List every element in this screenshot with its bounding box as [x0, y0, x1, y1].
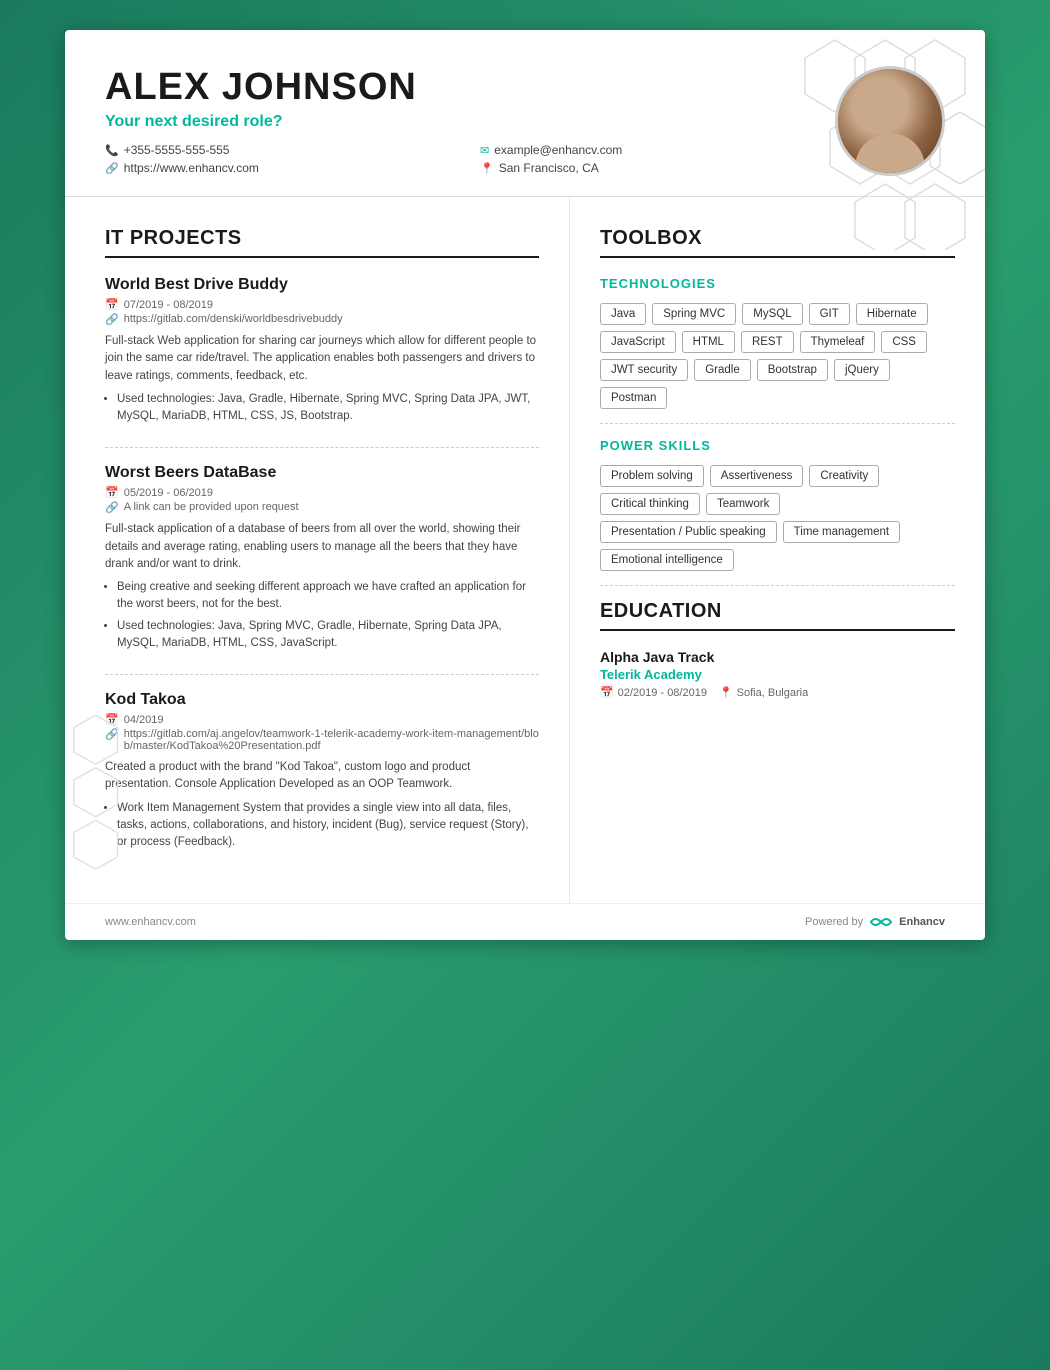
edu-calendar-icon: 📅	[600, 686, 614, 699]
link-icon: 🔗	[105, 162, 119, 175]
avatar	[835, 66, 945, 176]
project-2-bullet-1: Being creative and seeking different app…	[117, 579, 539, 614]
technology-tag: Bootstrap	[757, 359, 828, 381]
project-3-date: 📅 04/2019	[105, 713, 539, 726]
technology-tag: Spring MVC	[652, 303, 736, 325]
left-column: IT PROJECTS World Best Drive Buddy 📅 07/…	[65, 197, 570, 903]
project-3: Kod Takoa 📅 04/2019 🔗 https://gitlab.com…	[105, 691, 539, 851]
phone-item: 📞 +355-5555-555-555	[105, 143, 460, 157]
project-2-bullet-2: Used technologies: Java, Spring MVC, Gra…	[117, 618, 539, 653]
email-item: ✉ example@enhancv.com	[480, 143, 835, 157]
powered-by-text: Powered by	[805, 916, 863, 928]
main-content: IT PROJECTS World Best Drive Buddy 📅 07/…	[65, 197, 985, 903]
website-item: 🔗 https://www.enhancv.com	[105, 161, 460, 175]
technology-tag: Gradle	[694, 359, 751, 381]
header-left: ALEX JOHNSON Your next desired role? 📞 +…	[105, 66, 835, 175]
candidate-name: ALEX JOHNSON	[105, 66, 835, 109]
enhancv-logo-icon	[869, 914, 893, 930]
project-3-bullet-1: Work Item Management System that provide…	[117, 800, 539, 852]
tech-skills-divider	[600, 423, 955, 424]
avatar-image	[838, 69, 942, 173]
project-2-desc: Full-stack application of a database of …	[105, 521, 539, 573]
project-1-link: 🔗 https://gitlab.com/denski/worldbesdriv…	[105, 313, 539, 326]
education-title: EDUCATION	[600, 600, 955, 631]
project-1-desc: Full-stack Web application for sharing c…	[105, 333, 539, 385]
location-value: San Francisco, CA	[499, 161, 599, 175]
project-3-desc: Created a product with the brand "Kod Ta…	[105, 759, 539, 794]
technology-tag: Thymeleaf	[800, 331, 876, 353]
edu-date: 📅 02/2019 - 08/2019	[600, 686, 707, 699]
phone-value: +355-5555-555-555	[124, 143, 230, 157]
project-3-link: 🔗 https://gitlab.com/aj.angelov/teamwork…	[105, 728, 539, 752]
project-2-title: Worst Beers DataBase	[105, 464, 539, 482]
project-sep-2	[105, 674, 539, 675]
phone-icon: 📞	[105, 144, 119, 157]
project-1-title: World Best Drive Buddy	[105, 276, 539, 294]
calendar-icon-1: 📅	[105, 298, 119, 311]
website-value: https://www.enhancv.com	[124, 161, 259, 175]
skill-tag: Presentation / Public speaking	[600, 521, 777, 543]
footer: www.enhancv.com Powered by Enhancv	[65, 903, 985, 940]
technologies-tags: Java Spring MVC MySQL GIT Hibernate JavaScrip…	[600, 303, 955, 409]
edu-meta: 📅 02/2019 - 08/2019 📍 Sofia, Bulgaria	[600, 686, 955, 699]
technology-tag: Java	[600, 303, 646, 325]
technology-tag: jQuery	[834, 359, 890, 381]
project-3-title: Kod Takoa	[105, 691, 539, 709]
email-value: example@enhancv.com	[494, 143, 622, 157]
project-2-date: 📅 05/2019 - 06/2019	[105, 486, 539, 499]
technology-tag: GIT	[809, 303, 850, 325]
project-2: Worst Beers DataBase 📅 05/2019 - 06/2019…	[105, 464, 539, 652]
edu-location-icon: 📍	[719, 686, 733, 699]
skill-tag: Time management	[783, 521, 900, 543]
location-icon: 📍	[480, 162, 494, 175]
technology-tag: CSS	[881, 331, 927, 353]
skill-tag: Teamwork	[706, 493, 780, 515]
project-1-date: 📅 07/2019 - 08/2019	[105, 298, 539, 311]
edu-school: Telerik Academy	[600, 667, 955, 682]
header-section: ALEX JOHNSON Your next desired role? 📞 +…	[65, 30, 985, 196]
technology-tag: JWT security	[600, 359, 688, 381]
contact-grid: 📞 +355-5555-555-555 ✉ example@enhancv.co…	[105, 143, 835, 175]
technology-tag: Hibernate	[856, 303, 928, 325]
brand-name: Enhancv	[899, 916, 945, 928]
technology-tag: Postman	[600, 387, 667, 409]
technology-tag: HTML	[682, 331, 735, 353]
skill-tag: Critical thinking	[600, 493, 700, 515]
project-sep-1	[105, 447, 539, 448]
calendar-icon-2: 📅	[105, 486, 119, 499]
it-projects-title: IT PROJECTS	[105, 227, 539, 258]
power-skills-tags: Problem solving AssertivenessCreativity Cr…	[600, 465, 955, 571]
skill-tag: Creativity	[809, 465, 879, 487]
toolbox-title: TOOLBOX	[600, 227, 955, 258]
technology-tag: JavaScript	[600, 331, 676, 353]
technology-tag: MySQL	[742, 303, 802, 325]
skill-tag: Emotional intelligence	[600, 549, 734, 571]
right-column: TOOLBOX TECHNOLOGIES Java Spring MVC MySQL…	[570, 197, 985, 903]
project-1-bullets: Used technologies: Java, Gradle, Hiberna…	[117, 391, 539, 426]
link-icon-2: 🔗	[105, 501, 119, 514]
skill-tag: Problem solving	[600, 465, 704, 487]
skill-tag: Assertiveness	[710, 465, 804, 487]
footer-brand: Powered by Enhancv	[805, 914, 945, 930]
link-icon-1: 🔗	[105, 313, 119, 326]
project-2-bullets: Being creative and seeking different app…	[117, 579, 539, 652]
technology-tag: REST	[741, 331, 794, 353]
email-icon: ✉	[480, 144, 489, 157]
technologies-subtitle: TECHNOLOGIES	[600, 276, 955, 291]
edu-degree: Alpha Java Track	[600, 649, 955, 665]
calendar-icon-3: 📅	[105, 713, 119, 726]
project-2-link: 🔗 A link can be provided upon request	[105, 501, 539, 514]
resume-page: ALEX JOHNSON Your next desired role? 📞 +…	[65, 30, 985, 940]
candidate-role: Your next desired role?	[105, 113, 835, 131]
skills-edu-divider	[600, 585, 955, 586]
project-1: World Best Drive Buddy 📅 07/2019 - 08/20…	[105, 276, 539, 425]
project-1-bullet-1: Used technologies: Java, Gradle, Hiberna…	[117, 391, 539, 426]
location-item: 📍 San Francisco, CA	[480, 161, 835, 175]
project-3-bullets: Work Item Management System that provide…	[117, 800, 539, 852]
edu-location: 📍 Sofia, Bulgaria	[719, 686, 808, 699]
power-skills-subtitle: POWER SKILLS	[600, 438, 955, 453]
link-icon-3: 🔗	[105, 728, 119, 741]
footer-website: www.enhancv.com	[105, 916, 196, 928]
